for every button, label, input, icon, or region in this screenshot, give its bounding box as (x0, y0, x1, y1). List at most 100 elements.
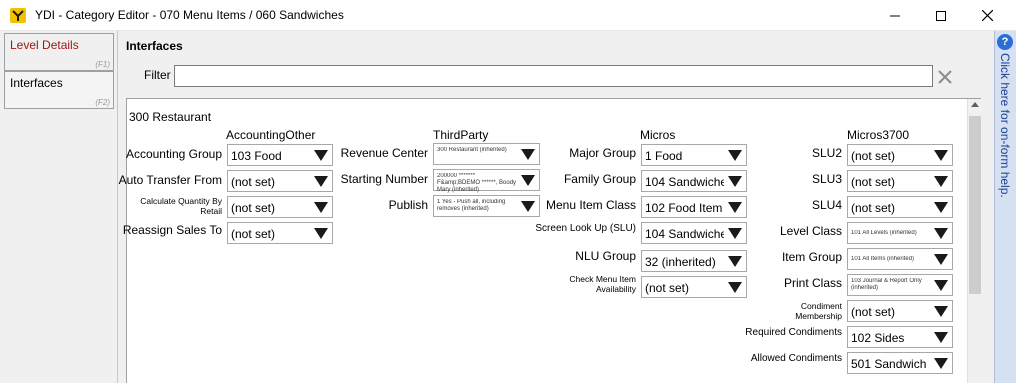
field-label-level-class: Level Class (779, 224, 842, 238)
help-sidebar[interactable]: ? Click here for on-form help. (994, 31, 1016, 383)
chevron-down-icon (521, 201, 535, 212)
field-label-menu-item-class: Menu Item Class (545, 198, 636, 212)
vertical-scrollbar[interactable] (967, 99, 981, 383)
select-value: 501 Sandwich (851, 357, 927, 371)
chevron-down-icon (934, 358, 948, 369)
select-value: 101 All Items (inherited) (851, 256, 915, 262)
page-title: Interfaces (126, 39, 183, 53)
select-value: (not set) (231, 227, 276, 241)
field-label-starting-number: Starting Number (340, 172, 428, 186)
nav-panel: Level Details (F1) Interfaces (F2) (0, 31, 118, 383)
field-label-major-group: Major Group (569, 146, 636, 160)
nav-item-interfaces[interactable]: Interfaces (F2) (4, 71, 114, 109)
group-title-micros: Micros (640, 128, 676, 142)
field-label-accounting-group: Accounting Group (125, 147, 222, 161)
group-title-micros3700: Micros3700 (847, 128, 910, 142)
auto-transfer-from-select[interactable]: (not set) (227, 170, 333, 192)
level-class-select[interactable]: 101 All Levels (inherited) (847, 222, 953, 244)
nav-item-label: Level Details (10, 38, 79, 52)
select-value: (not set) (851, 175, 896, 189)
close-icon (981, 10, 993, 21)
nlu-group-select[interactable]: 32 (inherited) (641, 250, 747, 272)
select-value: 1 Food (645, 149, 683, 163)
field-label-family-group: Family Group (563, 172, 636, 186)
field-label-publish: Publish (388, 198, 428, 212)
help-icon: ? (997, 34, 1013, 50)
field-label-check-menu-item-availability: Check Menu Item Availability (569, 274, 636, 294)
field-label-reassign-sales-to: Reassign Sales To (122, 223, 222, 237)
field-label-slu4: SLU4 (811, 198, 842, 212)
title-bar: YDI - Category Editor - 070 Menu Items /… (0, 0, 1016, 31)
check-menu-item-availability-select[interactable]: (not set) (641, 276, 747, 298)
menu-item-class-select[interactable]: 102 Food Item (641, 196, 747, 218)
minimize-button[interactable] (872, 0, 918, 31)
chevron-down-icon (728, 202, 742, 213)
nav-item-shortcut: (F1) (95, 60, 110, 69)
accounting-group-select[interactable]: 103 Food (227, 144, 333, 166)
nav-item-level-details[interactable]: Level Details (F1) (4, 33, 114, 71)
maximize-icon (936, 10, 946, 21)
chevron-down-icon (521, 149, 535, 160)
field-label-auto-transfer-from: Auto Transfer From (118, 173, 222, 187)
select-value: 200000 ******* F&amp;BDEMO ******, Boody… (437, 173, 517, 193)
chevron-down-icon (728, 282, 742, 293)
help-link[interactable]: Click here for on-form help. (998, 53, 1012, 198)
select-value: 104 Sandwiches (645, 175, 724, 189)
item-group-select[interactable]: 101 All Items (inherited) (847, 248, 953, 270)
field-label-screen-look-up: Screen Look Up (SLU) (535, 223, 636, 234)
field-label-revenue-center: Revenue Center (340, 146, 428, 160)
scroll-up-icon[interactable] (971, 102, 979, 107)
chevron-down-icon (728, 150, 742, 161)
revenue-center-select[interactable]: 300 Restaurant (inherited) (433, 143, 540, 165)
chevron-down-icon (934, 280, 948, 291)
select-value: (not set) (231, 201, 276, 215)
calculate-quantity-by-retail-select[interactable]: (not set) (227, 196, 333, 218)
ydi-logo-icon (10, 8, 26, 23)
slu3-select[interactable]: (not set) (847, 170, 953, 192)
maximize-button[interactable] (918, 0, 964, 31)
filter-label: Filter (144, 68, 171, 82)
publish-select[interactable]: 1 Yes - Push all, including removes (inh… (433, 195, 540, 217)
starting-number-select[interactable]: 200000 ******* F&amp;BDEMO ******, Boody… (433, 169, 540, 193)
select-value: 102 Food Item (645, 201, 723, 215)
minimize-icon (890, 15, 900, 16)
chevron-down-icon (934, 150, 948, 161)
interfaces-panel: 300 Restaurant AccountingOther Accountin… (119, 98, 981, 383)
select-value: 300 Restaurant (inherited) (437, 147, 507, 153)
select-value: (not set) (851, 305, 896, 319)
condiment-membership-select[interactable]: (not set) (847, 300, 953, 322)
field-label-item-group: Item Group (781, 250, 842, 264)
chevron-down-icon (934, 306, 948, 317)
chevron-down-icon (728, 176, 742, 187)
major-group-select[interactable]: 1 Food (641, 144, 747, 166)
group-title-third-party: ThirdParty (433, 128, 489, 142)
chevron-down-icon (934, 332, 948, 343)
required-condiments-select[interactable]: 102 Sides (847, 326, 953, 348)
print-class-select[interactable]: 103 Journal & Report Only (inherited) (847, 274, 953, 296)
chevron-down-icon (934, 228, 948, 239)
chevron-down-icon (934, 202, 948, 213)
select-value: (not set) (851, 149, 896, 163)
scrollbar-thumb[interactable] (969, 116, 981, 294)
select-value: 103 Journal & Report Only (inherited) (851, 278, 922, 291)
slu2-select[interactable]: (not set) (847, 144, 953, 166)
reassign-sales-to-select[interactable]: (not set) (227, 222, 333, 244)
field-label-slu3: SLU3 (811, 172, 842, 186)
select-value: 32 (inherited) (645, 255, 716, 269)
select-value: (not set) (851, 201, 896, 215)
close-button[interactable] (964, 0, 1010, 31)
chevron-down-icon (728, 228, 742, 239)
screen-look-up-select[interactable]: 104 Sandwiches (641, 222, 747, 244)
slu4-select[interactable]: (not set) (847, 196, 953, 218)
select-value: 103 Food (231, 149, 282, 163)
filter-input[interactable] (174, 65, 933, 87)
chevron-down-icon (934, 176, 948, 187)
chevron-down-icon (728, 256, 742, 267)
family-group-select[interactable]: 104 Sandwiches (641, 170, 747, 192)
chevron-down-icon (521, 175, 535, 186)
field-label-nlu-group: NLU Group (575, 249, 636, 263)
allowed-condiments-select[interactable]: 501 Sandwich (847, 352, 953, 374)
nav-item-label: Interfaces (10, 76, 63, 90)
clear-filter-icon[interactable] (936, 68, 954, 86)
main-content: Interfaces Filter 300 Restaurant Account… (118, 31, 994, 383)
